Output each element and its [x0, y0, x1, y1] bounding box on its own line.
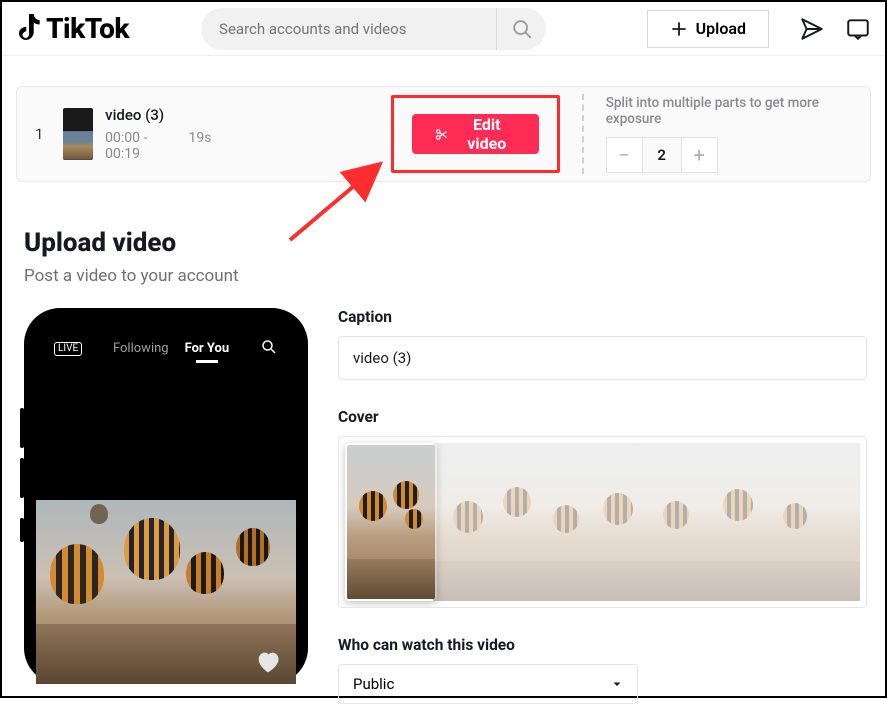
clip-duration: 19s: [189, 130, 212, 162]
caption-label: Caption: [338, 308, 867, 326]
send-icon[interactable]: [799, 16, 825, 42]
clip-title: video (3): [105, 106, 211, 124]
cover-strip[interactable]: [433, 443, 860, 601]
video-clip-row: 1 video (3) 00:00 - 00:19 19s Edit video…: [16, 86, 871, 182]
cover-picker[interactable]: [338, 436, 867, 608]
clip-thumbnail[interactable]: [63, 108, 93, 160]
split-increment[interactable]: +: [681, 138, 717, 172]
logo-text: TikTok: [46, 12, 129, 45]
privacy-label: Who can watch this video: [338, 636, 867, 654]
phone-search-icon[interactable]: [260, 338, 278, 356]
split-decrement[interactable]: −: [607, 138, 643, 172]
upload-form: Caption video (3) Cover: [338, 308, 885, 704]
upload-button-label: Upload: [696, 19, 746, 38]
privacy-value: Public: [353, 675, 394, 693]
clip-meta: video (3) 00:00 - 00:19 19s: [105, 106, 211, 162]
inbox-icon[interactable]: [845, 16, 871, 42]
split-hint: Split into multiple parts to get more ex…: [606, 95, 852, 127]
tiktok-note-icon: [16, 14, 42, 44]
split-stepper: − 2 +: [606, 137, 718, 173]
clip-range: 00:00 - 00:19: [105, 130, 174, 162]
cover-selected[interactable]: [345, 443, 437, 601]
privacy-select[interactable]: Public: [338, 664, 638, 704]
like-icon[interactable]: [254, 648, 282, 676]
search-icon: [511, 18, 533, 40]
upload-button[interactable]: Upload: [647, 10, 769, 48]
live-icon: LIVE: [54, 342, 82, 356]
search-button[interactable]: [496, 8, 546, 50]
page-title: Upload video: [24, 228, 885, 258]
tiktok-logo[interactable]: TikTok: [16, 12, 129, 45]
search-bar[interactable]: [201, 8, 546, 50]
edit-video-label: Edit video: [457, 115, 517, 153]
plus-icon: [670, 20, 688, 38]
edit-video-highlight: Edit video: [391, 95, 559, 173]
search-input[interactable]: [219, 20, 496, 38]
page-heading: Upload video Post a video to your accoun…: [24, 228, 885, 286]
phone-preview: LIVE Following For You: [24, 308, 308, 684]
chevron-down-icon: [611, 678, 623, 690]
tab-following[interactable]: Following: [113, 341, 169, 356]
split-panel: Split into multiple parts to get more ex…: [582, 94, 852, 174]
caption-input[interactable]: video (3): [338, 336, 867, 380]
phone-media: [36, 500, 296, 684]
scissors-icon: [434, 126, 448, 143]
tab-for-you[interactable]: For You: [185, 341, 230, 356]
clip-index: 1: [35, 125, 51, 143]
edit-video-button[interactable]: Edit video: [412, 114, 538, 154]
cover-label: Cover: [338, 408, 867, 426]
page-subtitle: Post a video to your account: [24, 266, 885, 286]
top-bar: TikTok Upload: [2, 2, 885, 56]
split-count: 2: [643, 138, 681, 172]
